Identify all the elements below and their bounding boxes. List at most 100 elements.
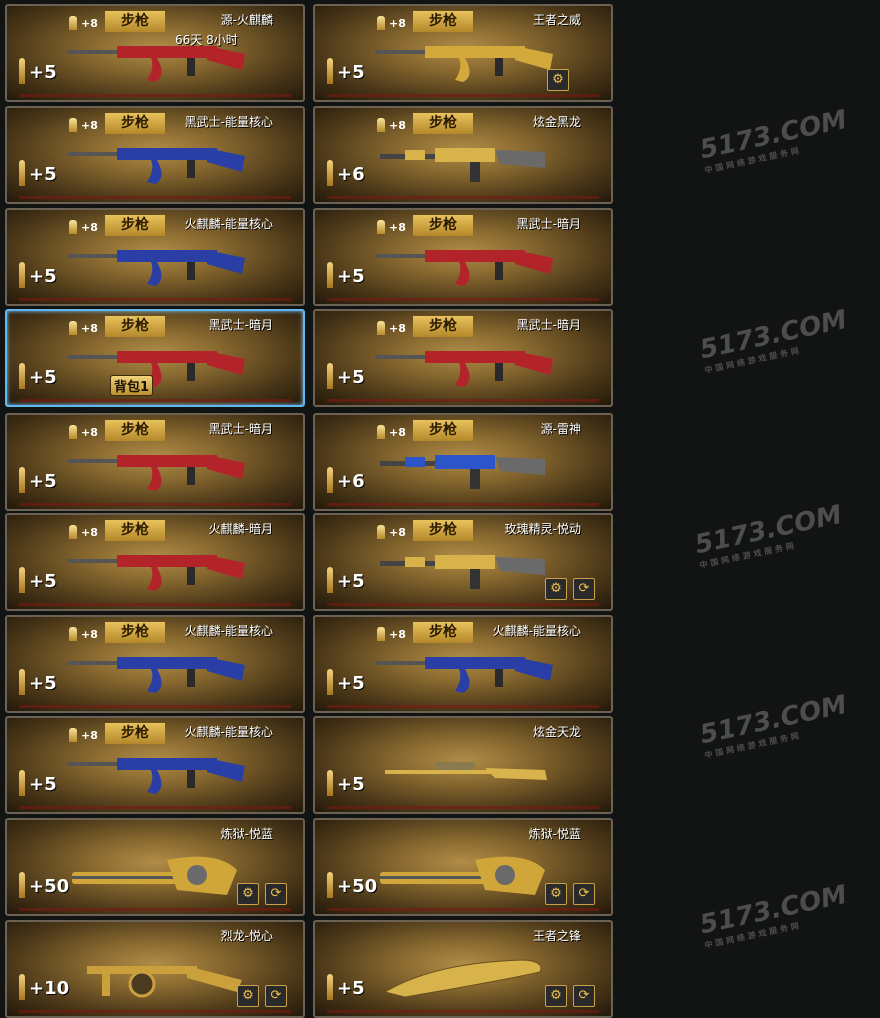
weapon-type-tag: 步枪 <box>413 622 473 643</box>
weapon-name: 玫瑰精灵-悦动 <box>504 522 581 536</box>
swap-icon[interactable]: ⟳ <box>265 883 287 905</box>
weapon-name: 黑武士-暗月 <box>208 318 273 332</box>
bonus-value: +6 <box>337 471 365 492</box>
weapon-image <box>67 758 245 794</box>
card-bottom-strip <box>19 908 291 911</box>
weapon-image <box>67 555 245 591</box>
gear-icon[interactable]: ⚙ <box>237 883 259 905</box>
card-bottom-strip <box>327 399 599 402</box>
bullet-icon <box>19 669 25 695</box>
weapon-name: 王者之锋 <box>532 929 581 943</box>
weapon-name: 火麒麟-能量核心 <box>184 217 273 231</box>
weapon-card[interactable]: +8 步枪 源-雷神 +6 <box>313 413 613 511</box>
weapon-type-tag: 步枪 <box>105 420 165 441</box>
weapon-image <box>383 959 542 998</box>
ammo-icon <box>377 321 385 335</box>
weapon-image <box>385 762 547 780</box>
bullet-icon <box>327 262 333 288</box>
weapon-card[interactable]: 炫金天龙 +5 <box>313 716 613 814</box>
card-bottom-strip <box>19 1010 291 1013</box>
weapon-name: 黑武士-暗月 <box>516 217 581 231</box>
weapon-name: 火麒麟-能量核心 <box>184 725 273 739</box>
bullet-icon <box>19 770 25 796</box>
weapon-type-tag: 步枪 <box>105 723 165 744</box>
ammo-icon <box>69 220 77 234</box>
upgrade-level: +8 <box>389 628 406 641</box>
upgrade-level: +8 <box>389 119 406 132</box>
ammo-icon <box>69 525 77 539</box>
card-bottom-strip <box>327 705 599 708</box>
weapon-card[interactable]: 烈龙-悦心 +10 ⚙ ⟳ <box>5 920 305 1018</box>
weapon-card[interactable]: +8 步枪 黑武士-暗月 +5 <box>5 413 305 511</box>
bullet-icon <box>19 974 25 1000</box>
weapon-card[interactable]: +8 步枪 火麒麟-能量核心 +5 <box>5 208 305 306</box>
watermark: 5173.COM 中国网络游戏服务网 <box>697 304 850 376</box>
weapon-card[interactable]: +8 步枪 火麒麟-暗月 +5 <box>5 513 305 611</box>
swap-icon[interactable]: ⟳ <box>265 985 287 1007</box>
weapon-card[interactable]: +8 步枪 火麒麟-能量核心 +5 <box>5 716 305 814</box>
weapon-type-tag: 步枪 <box>413 316 473 337</box>
gear-icon[interactable]: ⚙ <box>237 985 259 1007</box>
ammo-icon <box>69 627 77 641</box>
weapon-card[interactable]: +8 步枪 炫金黑龙 +6 <box>313 106 613 204</box>
weapon-card[interactable]: +8 步枪 黑武士-暗月 +5 <box>313 208 613 306</box>
upgrade-level: +8 <box>81 221 98 234</box>
bullet-icon <box>327 872 333 898</box>
weapon-image <box>87 966 242 998</box>
ammo-icon <box>377 425 385 439</box>
weapon-type-tag: 步枪 <box>105 11 165 32</box>
bullet-icon <box>19 872 25 898</box>
card-bottom-strip <box>327 806 599 809</box>
gear-icon[interactable]: ⚙ <box>545 883 567 905</box>
weapon-card[interactable]: 王者之锋 +5 ⚙ ⟳ <box>313 920 613 1018</box>
weapon-type-tag: 步枪 <box>105 520 165 541</box>
weapon-card[interactable]: +8 步枪 黑武士-能量核心 +5 <box>5 106 305 204</box>
weapon-card[interactable]: 炼狱-悦蓝 +50 ⚙ ⟳ <box>5 818 305 916</box>
upgrade-level: +8 <box>81 17 98 30</box>
bonus-value: +5 <box>337 774 365 795</box>
weapon-name: 黑武士-暗月 <box>208 422 273 436</box>
weapon-card[interactable]: +8 步枪 王者之威 +5 ⚙ <box>313 4 613 102</box>
ammo-icon <box>69 118 77 132</box>
gear-icon[interactable]: ⚙ <box>545 985 567 1007</box>
backpack-badge: 背包1 <box>110 375 154 396</box>
bullet-icon <box>327 974 333 1000</box>
upgrade-level: +8 <box>81 119 98 132</box>
ammo-icon <box>377 525 385 539</box>
gear-icon[interactable]: ⚙ <box>547 69 569 91</box>
ammo-icon <box>69 425 77 439</box>
gear-icon[interactable]: ⚙ <box>545 578 567 600</box>
weapon-name: 炫金天龙 <box>532 725 581 739</box>
weapon-card[interactable]: +8 步枪 源-火麒麟 66天 8小时 +5 <box>5 4 305 102</box>
weapon-card[interactable]: +8 步枪 黑武士-暗月 +5 背包1 <box>5 309 305 407</box>
upgrade-level: +8 <box>81 729 98 742</box>
bonus-value: +5 <box>29 164 57 185</box>
weapon-card[interactable]: 炼狱-悦蓝 +50 ⚙ ⟳ <box>313 818 613 916</box>
swap-icon[interactable]: ⟳ <box>573 883 595 905</box>
bullet-icon <box>19 363 25 389</box>
ammo-icon <box>69 728 77 742</box>
weapon-image <box>67 148 245 184</box>
weapon-image <box>375 351 553 387</box>
swap-icon[interactable]: ⟳ <box>573 985 595 1007</box>
weapon-type-tag: 步枪 <box>105 622 165 643</box>
bonus-value: +5 <box>29 367 57 388</box>
bonus-value: +5 <box>337 673 365 694</box>
upgrade-level: +8 <box>389 526 406 539</box>
weapon-image <box>72 856 237 895</box>
weapon-card[interactable]: +8 步枪 玫瑰精灵-悦动 +5 ⚙ ⟳ <box>313 513 613 611</box>
weapon-card[interactable]: +8 步枪 黑武士-暗月 +5 <box>313 309 613 407</box>
watermark: 5173.COM 中国网络游戏服务网 <box>697 689 850 761</box>
swap-icon[interactable]: ⟳ <box>573 578 595 600</box>
weapon-type-tag: 步枪 <box>413 520 473 541</box>
weapon-type-tag: 步枪 <box>413 215 473 236</box>
bonus-value: +5 <box>337 266 365 287</box>
card-bottom-strip <box>327 298 599 301</box>
weapon-card[interactable]: +8 步枪 火麒麟-能量核心 +5 <box>313 615 613 713</box>
card-bottom-strip <box>327 503 599 506</box>
bullet-icon <box>19 262 25 288</box>
weapon-type-tag: 步枪 <box>105 113 165 134</box>
weapon-card[interactable]: +8 步枪 火麒麟-能量核心 +5 <box>5 615 305 713</box>
weapon-image <box>67 455 245 491</box>
card-bottom-strip <box>19 806 291 809</box>
